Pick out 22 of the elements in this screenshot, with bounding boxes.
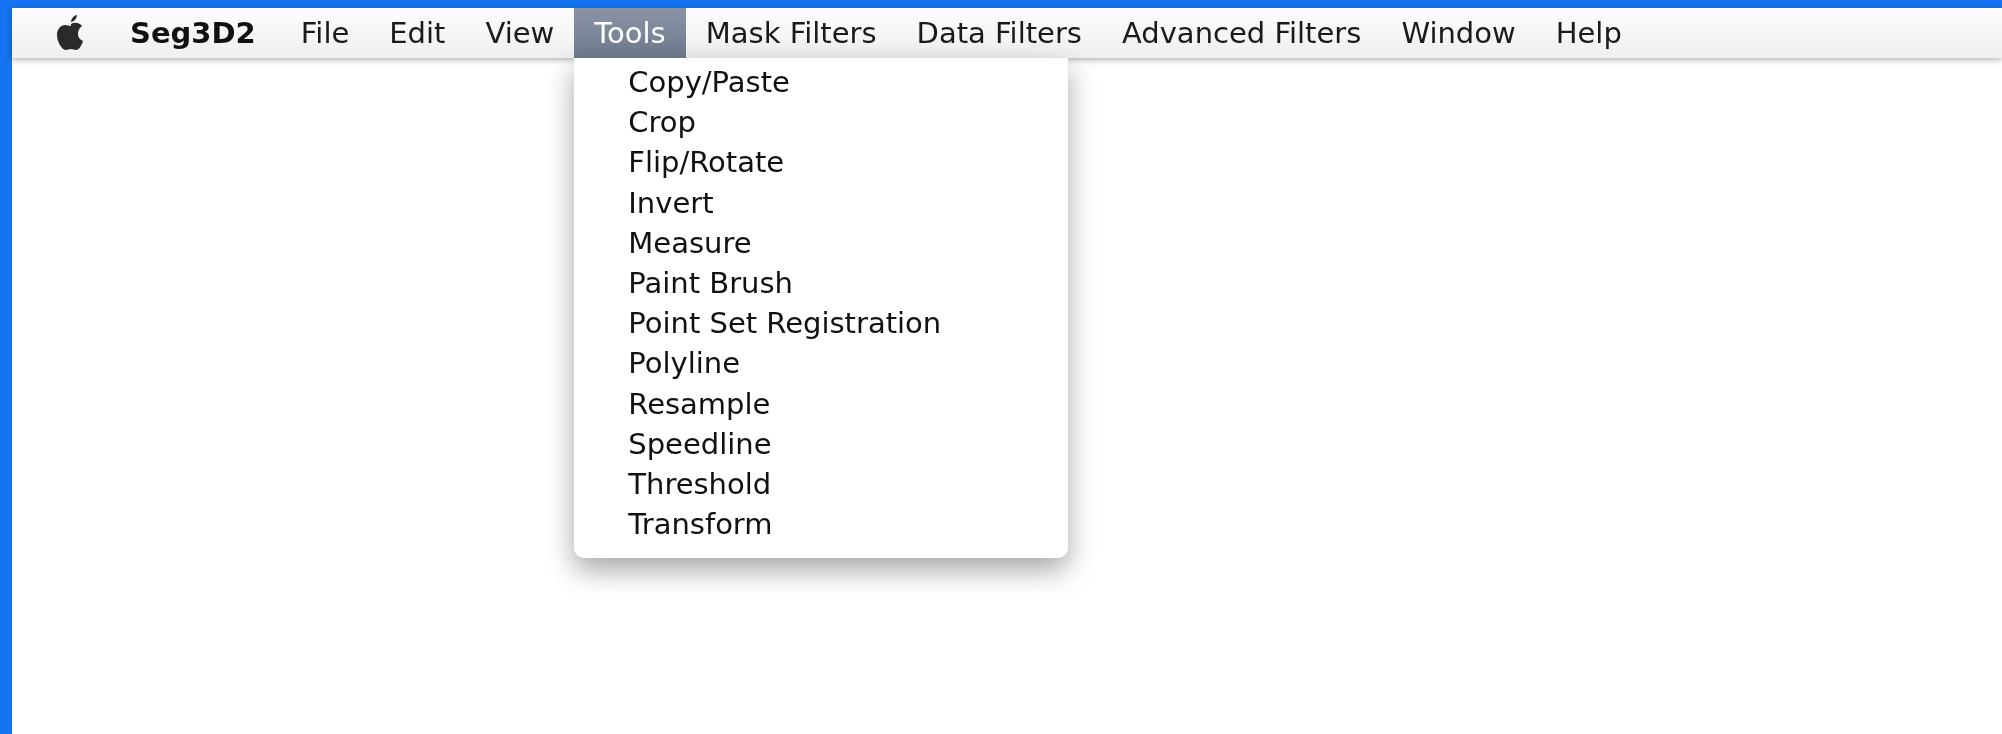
menu-item[interactable]: Invert (574, 182, 1069, 223)
menu-title[interactable]: Mask Filters (685, 8, 897, 58)
menu-title[interactable]: View (465, 8, 575, 58)
menu-title[interactable]: Tools (574, 8, 686, 58)
menu-item[interactable]: Speedline (574, 423, 1069, 465)
menu-title[interactable]: Data Filters (896, 8, 1102, 58)
app-name[interactable]: Seg3D2 (130, 16, 256, 50)
menu-item[interactable]: Copy/Paste (574, 62, 1069, 103)
menu-item[interactable]: Resample (574, 383, 1069, 424)
menu-item[interactable]: Flip/Rotate (574, 142, 1069, 183)
menu-title[interactable]: Window (1381, 8, 1536, 58)
menu-item[interactable]: Threshold (574, 464, 1069, 505)
menu-item[interactable]: Crop (574, 102, 1069, 143)
menu-title[interactable]: File (280, 8, 370, 58)
menu-title[interactable]: Advanced Filters (1101, 8, 1382, 58)
menu-title[interactable]: Edit (369, 8, 466, 58)
menu-item[interactable]: Transform (574, 504, 1069, 545)
menu-item[interactable]: Paint Brush (574, 263, 1069, 304)
menu-title[interactable]: Help (1535, 8, 1642, 58)
menu-item[interactable]: Measure (574, 222, 1069, 263)
menu-item[interactable]: Point Set Registration (574, 303, 1069, 344)
menu-item[interactable]: Polyline (574, 343, 1069, 384)
